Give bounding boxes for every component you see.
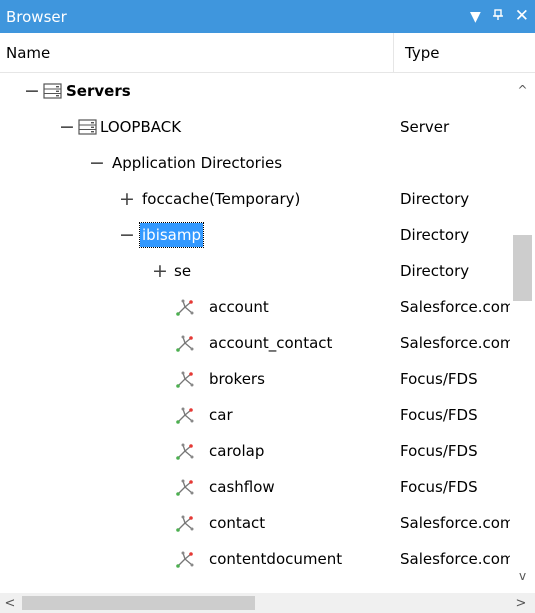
tree-label: Servers <box>66 82 131 100</box>
scroll-right-icon[interactable]: > <box>511 593 531 613</box>
tree-label: se <box>174 262 192 280</box>
tree-label: cashflow <box>209 478 275 496</box>
collapse-icon[interactable]: − <box>22 73 42 109</box>
scroll-left-icon[interactable]: < <box>0 593 20 613</box>
horizontal-scroll-thumb[interactable] <box>22 596 255 610</box>
synonym-icon <box>174 514 196 538</box>
column-header: Name Type <box>0 33 535 73</box>
column-header-name[interactable]: Name <box>6 33 50 73</box>
tree-row-contentdocument[interactable]: contentdocument Salesforce.com <box>0 541 510 577</box>
tree-label: carolap <box>209 442 265 460</box>
synonym-icon <box>174 442 196 466</box>
expand-icon[interactable]: + <box>150 253 170 289</box>
horizontal-scrollbar[interactable]: < > <box>0 593 535 613</box>
synonym-icon <box>174 370 196 394</box>
tree-type <box>400 73 510 109</box>
pin-icon-glyph <box>492 9 503 20</box>
synonym-icon <box>174 550 196 574</box>
tree-row-brokers[interactable]: brokers Focus/FDS <box>0 361 510 397</box>
column-separator[interactable] <box>393 33 394 73</box>
tree-type: Focus/FDS <box>400 370 478 388</box>
tree-row-loopback[interactable]: − LOOPBACK Server <box>0 109 510 145</box>
synonym-icon <box>174 406 196 430</box>
tree-type <box>400 145 510 181</box>
browser-tree: − Servers − LOOPBACK Server − Applicatio… <box>0 73 510 593</box>
tree-type: Focus/FDS <box>400 406 478 424</box>
tree-row-ibisamp[interactable]: − ibisamp Directory <box>0 217 510 253</box>
tree-label: account_contact <box>209 334 333 352</box>
synonym-icon <box>174 298 196 322</box>
vertical-scrollbar[interactable]: ^ v <box>510 73 535 593</box>
tree-type: Salesforce.com <box>400 550 510 568</box>
tree-row-carolap[interactable]: carolap Focus/FDS <box>0 433 510 469</box>
tree-row-contact[interactable]: contact Salesforce.com <box>0 505 510 541</box>
dropdown-icon[interactable]: ▼ <box>470 10 481 24</box>
tree-type: Server <box>400 118 450 136</box>
expand-icon[interactable]: + <box>117 181 137 217</box>
tree-row-car[interactable]: car Focus/FDS <box>0 397 510 433</box>
pin-icon[interactable] <box>492 9 504 24</box>
tree-label: account <box>209 298 269 316</box>
collapse-icon[interactable]: − <box>87 145 107 181</box>
synonym-icon <box>174 478 196 502</box>
tree-type: Salesforce.com <box>400 514 510 532</box>
column-header-type[interactable]: Type <box>405 33 439 73</box>
tree-label: LOOPBACK <box>100 118 182 136</box>
vertical-scroll-thumb[interactable] <box>513 235 532 301</box>
tree-label-selected: ibisamp <box>139 222 204 248</box>
tree-row-account[interactable]: account Salesforce.com <box>0 289 510 325</box>
tree-label: brokers <box>209 370 265 388</box>
tree-row-servers[interactable]: − Servers <box>0 73 510 109</box>
panel-title-bar: Browser ▼ ✕ <box>0 0 535 33</box>
collapse-icon[interactable]: − <box>117 217 137 253</box>
scroll-down-icon[interactable]: v <box>510 567 535 585</box>
tree-label: car <box>209 406 233 424</box>
tree-label: contentdocument <box>209 550 343 568</box>
tree-type: Focus/FDS <box>400 478 478 496</box>
server-icon <box>78 118 97 140</box>
tree-label: foccache(Temporary) <box>142 190 301 208</box>
tree-row-application-directories[interactable]: − Application Directories <box>0 145 510 181</box>
close-icon[interactable]: ✕ <box>515 8 529 25</box>
tree-row-cashflow[interactable]: cashflow Focus/FDS <box>0 469 510 505</box>
tree-type: Salesforce.com <box>400 334 510 352</box>
tree-type: Directory <box>400 226 470 244</box>
tree-label: contact <box>209 514 266 532</box>
tree-row-foccache[interactable]: + foccache(Temporary) Directory <box>0 181 510 217</box>
tree-row-se[interactable]: + se Directory <box>0 253 510 289</box>
tree-label: Application Directories <box>112 154 283 172</box>
tree-type: Directory <box>400 262 470 280</box>
panel-controls: ▼ ✕ <box>470 0 529 33</box>
scroll-up-icon[interactable]: ^ <box>510 81 535 99</box>
tree-row-account-contact[interactable]: account_contact Salesforce.com <box>0 325 510 361</box>
tree-type: Directory <box>400 190 470 208</box>
server-group-icon <box>43 82 62 104</box>
panel-title: Browser <box>6 7 67 26</box>
synonym-icon <box>174 334 196 358</box>
collapse-icon[interactable]: − <box>57 109 77 145</box>
tree-type: Focus/FDS <box>400 442 478 460</box>
tree-type: Salesforce.com <box>400 298 510 316</box>
